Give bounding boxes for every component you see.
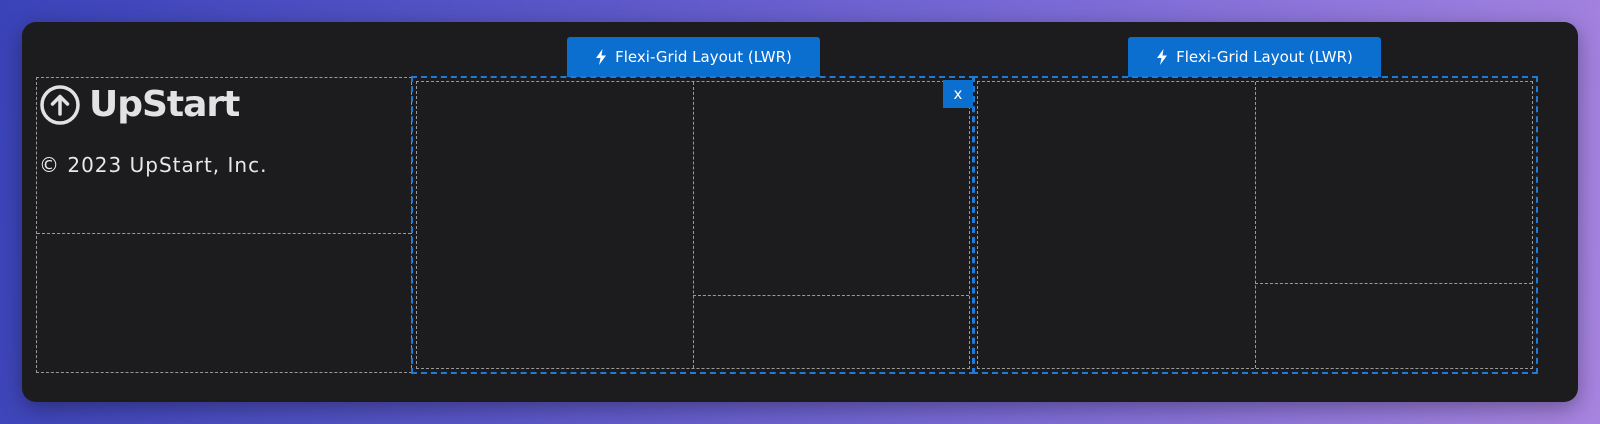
flexi-grid-layout-tab[interactable]: Flexi-Grid Layout (LWR) xyxy=(567,37,820,77)
flexi-grid-layout-1[interactable] xyxy=(411,76,975,374)
column-divider xyxy=(1255,82,1256,368)
grid-inner xyxy=(977,81,1533,369)
region-divider xyxy=(37,233,411,234)
footer-brand-region[interactable]: UpStart © 2023 UpStart, Inc. xyxy=(36,77,412,373)
row-divider xyxy=(1255,283,1532,284)
flexi-grid-layout-tab[interactable]: Flexi-Grid Layout (LWR) xyxy=(1128,37,1381,77)
close-button[interactable]: x xyxy=(943,80,973,108)
grid-inner xyxy=(416,81,970,369)
arrow-up-circle-icon xyxy=(39,84,81,126)
lightning-bolt-icon xyxy=(595,49,607,65)
tab-label: Flexi-Grid Layout (LWR) xyxy=(615,48,792,66)
copyright-text: © 2023 UpStart, Inc. xyxy=(39,153,268,177)
column-divider xyxy=(693,82,694,368)
lightning-bolt-icon xyxy=(1156,49,1168,65)
brand-name: UpStart xyxy=(89,84,240,125)
row-divider xyxy=(693,295,969,296)
brand-logo: UpStart xyxy=(39,84,240,126)
tab-label: Flexi-Grid Layout (LWR) xyxy=(1176,48,1353,66)
flexi-grid-layout-2[interactable] xyxy=(972,76,1538,374)
